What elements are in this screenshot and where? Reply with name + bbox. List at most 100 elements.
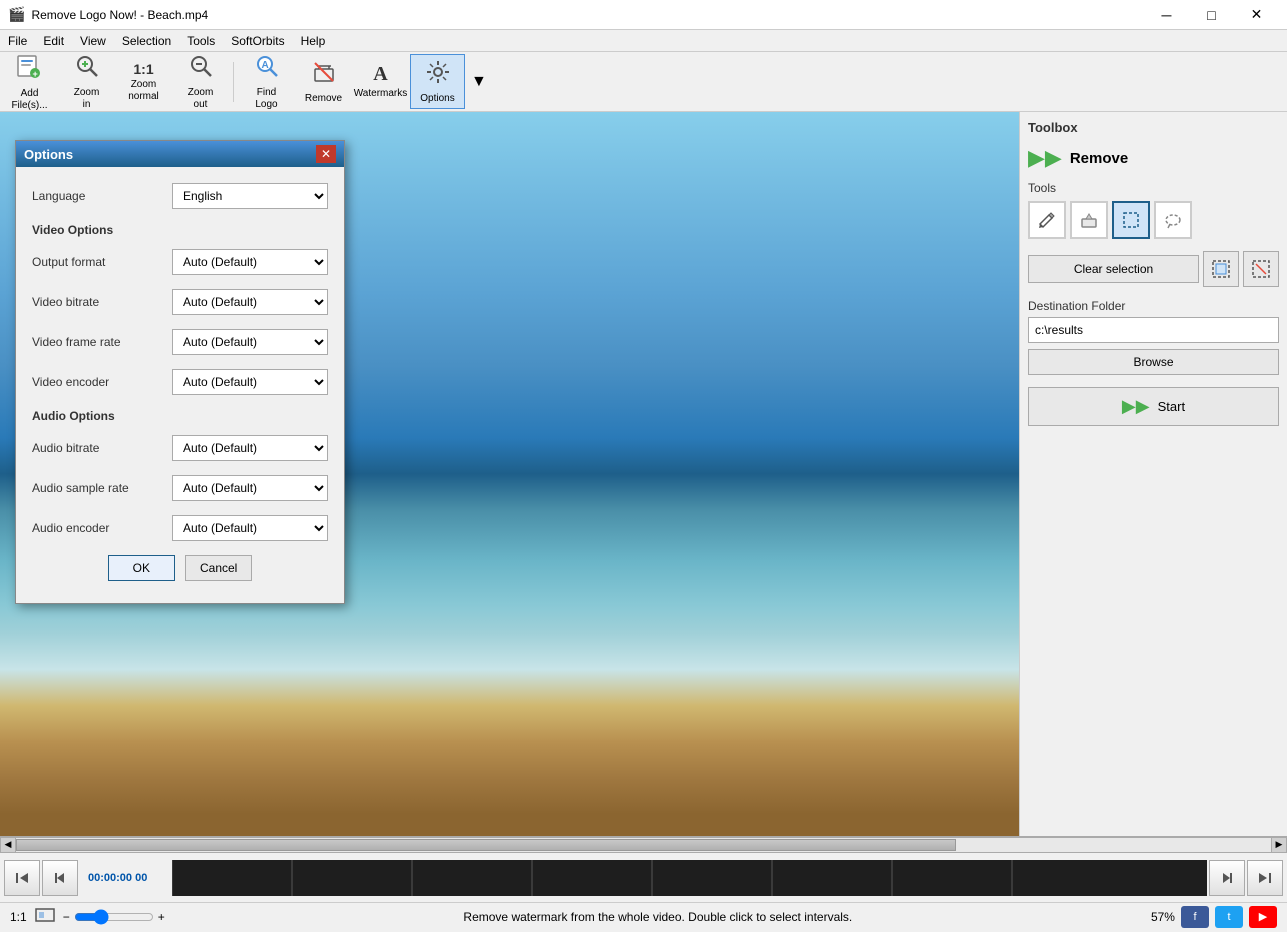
tools-section-title: Tools: [1028, 181, 1279, 195]
tools-row: [1028, 201, 1279, 239]
video-options-title: Video Options: [32, 223, 328, 237]
pencil-tool-button[interactable]: [1028, 201, 1066, 239]
toolbox-panel: Toolbox ▶▶ Remove Tools Clear selection: [1019, 112, 1287, 836]
minimize-button[interactable]: ─: [1144, 0, 1189, 30]
zoom-frame-icon: [35, 907, 55, 926]
zoom-out-label: Zoomout: [188, 87, 214, 111]
find-logo-button[interactable]: A FindLogo: [239, 54, 294, 109]
audio-bitrate-select[interactable]: Auto (Default): [172, 435, 328, 461]
menu-view[interactable]: View: [72, 30, 114, 52]
audio-encoder-row: Audio encoder Auto (Default): [32, 515, 328, 541]
zoom-in-icon: [74, 53, 100, 85]
video-encoder-label: Video encoder: [32, 375, 172, 389]
restore-button[interactable]: □: [1189, 0, 1234, 30]
video-encoder-row: Video encoder Auto (Default): [32, 369, 328, 395]
next-frame-button[interactable]: [1209, 860, 1245, 896]
dialog-buttons: OK Cancel: [32, 555, 328, 587]
video-frame-rate-select[interactable]: Auto (Default): [172, 329, 328, 355]
add-files-button[interactable]: + AddFile(s)...: [2, 54, 57, 109]
start-label: Start: [1158, 399, 1185, 414]
output-format-select[interactable]: Auto (Default): [172, 249, 328, 275]
audio-sample-rate-label: Audio sample rate: [32, 481, 172, 495]
watermarks-label: Watermarks: [354, 88, 408, 100]
dialog-ok-button[interactable]: OK: [108, 555, 175, 581]
toolbox-title: Toolbox: [1028, 120, 1279, 135]
audio-sample-rate-row: Audio sample rate Auto (Default): [32, 475, 328, 501]
output-format-row: Output format Auto (Default): [32, 249, 328, 275]
rectangle-select-tool-button[interactable]: [1112, 201, 1150, 239]
skip-to-end-icon: [1257, 870, 1273, 886]
facebook-button[interactable]: f: [1181, 906, 1209, 928]
status-message: Remove watermark from the whole video. D…: [463, 910, 852, 924]
destination-folder-input[interactable]: [1028, 317, 1279, 343]
toolbar: + AddFile(s)... Zoomin 1:1 Zoomnormal Zo…: [0, 52, 1287, 112]
start-arrow-icon: ▶▶: [1122, 396, 1150, 417]
skip-to-start-icon: [14, 870, 30, 886]
menu-selection[interactable]: Selection: [114, 30, 179, 52]
scroll-track[interactable]: [16, 837, 1271, 853]
prev-frame-icon: [52, 870, 68, 886]
zoom-normal-button[interactable]: 1:1 Zoomnormal: [116, 54, 171, 109]
add-files-icon: +: [16, 52, 44, 86]
lasso-tool-button[interactable]: [1154, 201, 1192, 239]
skip-to-start-button[interactable]: [4, 860, 40, 896]
rectangle-select-icon: [1121, 210, 1141, 230]
clear-selection-row: Clear selection: [1028, 251, 1279, 287]
timeline-ruler[interactable]: [172, 860, 1207, 896]
options-button[interactable]: Options: [410, 54, 465, 109]
remove-icon: [311, 59, 337, 91]
dialog-close-button[interactable]: ✕: [316, 145, 336, 163]
scroll-right-button[interactable]: ▶: [1271, 837, 1287, 853]
zoom-out-icon: [188, 53, 214, 85]
zoom-in-button[interactable]: Zoomin: [59, 54, 114, 109]
deselect-button[interactable]: [1243, 251, 1279, 287]
audio-encoder-select[interactable]: Auto (Default): [172, 515, 328, 541]
youtube-button[interactable]: ▶: [1249, 906, 1277, 928]
video-bitrate-label: Video bitrate: [32, 295, 172, 309]
toolbar-separator-1: [233, 62, 234, 102]
scroll-thumb[interactable]: [16, 839, 956, 851]
dialog-titlebar: Options ✕: [16, 141, 344, 167]
audio-bitrate-label: Audio bitrate: [32, 441, 172, 455]
skip-to-end-button[interactable]: [1247, 860, 1283, 896]
menu-file[interactable]: File: [0, 30, 35, 52]
menu-tools[interactable]: Tools: [179, 30, 223, 52]
video-encoder-select[interactable]: Auto (Default): [172, 369, 328, 395]
video-bitrate-select[interactable]: Auto (Default): [172, 289, 328, 315]
remove-button[interactable]: Remove: [296, 54, 351, 109]
menu-edit[interactable]: Edit: [35, 30, 72, 52]
start-button[interactable]: ▶▶ Start: [1028, 387, 1279, 426]
dialog-title-text: Options: [24, 147, 73, 162]
twitter-button[interactable]: t: [1215, 906, 1243, 928]
eraser-icon: [1079, 210, 1099, 230]
menu-help[interactable]: Help: [293, 30, 334, 52]
remove-header-label: Remove: [1070, 150, 1128, 167]
browse-button[interactable]: Browse: [1028, 349, 1279, 375]
next-frame-icon: [1219, 870, 1235, 886]
toolbar-more-icon[interactable]: ▼: [467, 69, 491, 95]
clear-selection-button[interactable]: Clear selection: [1028, 255, 1199, 283]
lasso-icon: [1163, 210, 1183, 230]
menu-softorbits[interactable]: SoftOrbits: [223, 30, 292, 52]
language-select[interactable]: English French German Spanish: [172, 183, 328, 209]
close-button[interactable]: ✕: [1234, 0, 1279, 30]
title-bar-controls: ─ □ ✕: [1144, 0, 1279, 30]
watermarks-button[interactable]: A Watermarks: [353, 54, 408, 109]
select-all-button[interactable]: [1203, 251, 1239, 287]
zoom-normal-icon: 1:1: [133, 61, 153, 77]
scroll-left-button[interactable]: ◀: [0, 837, 16, 853]
zoom-slider-container[interactable]: − +: [63, 909, 165, 925]
dialog-cancel-button[interactable]: Cancel: [185, 555, 252, 581]
timecode-display: 00:00:00 00: [80, 872, 170, 884]
language-row: Language English French German Spanish: [32, 183, 328, 209]
remove-header: ▶▶ Remove: [1028, 145, 1279, 171]
horizontal-scrollbar[interactable]: ◀ ▶: [0, 836, 1287, 852]
options-icon: [425, 59, 451, 91]
zoom-slider[interactable]: [74, 909, 154, 925]
prev-frame-button[interactable]: [42, 860, 78, 896]
remove-label: Remove: [305, 93, 342, 105]
zoom-out-button[interactable]: Zoomout: [173, 54, 228, 109]
audio-sample-rate-select[interactable]: Auto (Default): [172, 475, 328, 501]
eraser-tool-button[interactable]: [1070, 201, 1108, 239]
remove-arrow-icon: ▶▶: [1028, 145, 1062, 171]
